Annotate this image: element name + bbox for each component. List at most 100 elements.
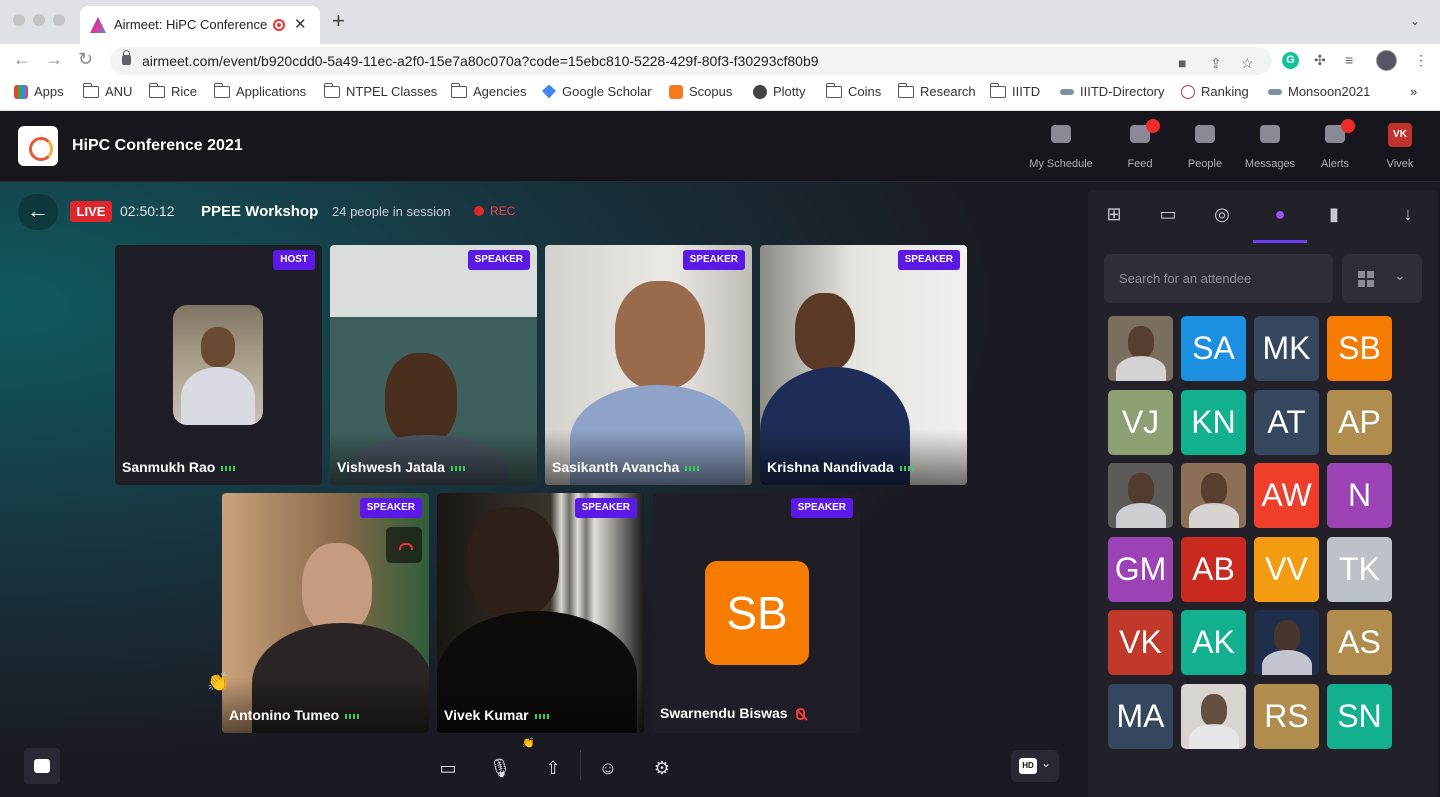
recording-indicator: REC: [474, 204, 515, 218]
bookmark-item[interactable]: Monsoon2021: [1268, 84, 1370, 99]
attendee-avatar[interactable]: VV: [1254, 536, 1319, 602]
live-badge: LIVE: [70, 201, 112, 222]
attendee-avatar[interactable]: MK: [1254, 316, 1319, 381]
attendee-avatar[interactable]: SB: [1327, 316, 1392, 381]
nav-vivek[interactable]: VK Vivek: [1365, 123, 1435, 170]
forward-arrow-icon[interactable]: →: [45, 50, 63, 68]
extensions-puzzle-icon[interactable]: ✣: [1314, 53, 1326, 67]
tab-apps[interactable]: ⊞: [1094, 204, 1134, 234]
window-close-button[interactable]: [13, 14, 25, 26]
bookmark-item[interactable]: Scopus: [669, 84, 732, 99]
mic-toggle-button[interactable]: 🎙: [482, 750, 518, 786]
video-tile[interactable]: SPEAKER Vishwesh Jatala: [330, 245, 537, 485]
grammarly-extension-icon[interactable]: G: [1282, 52, 1299, 69]
attendee-avatar[interactable]: AK: [1181, 610, 1246, 675]
bookmark-label: NTPEL Classes: [346, 84, 438, 99]
video-tile[interactable]: SPEAKER Sasikanth Avancha: [545, 245, 752, 485]
bookmark-item[interactable]: NTPEL Classes: [323, 82, 438, 99]
video-tile[interactable]: SPEAKER Krishna Nandivada: [760, 245, 967, 485]
camera-toggle-button[interactable]: ▭: [430, 750, 466, 786]
bookmark-item[interactable]: Apps: [14, 84, 64, 99]
tab-search-chevron-icon[interactable]: ⌄: [1410, 14, 1420, 28]
browser-tab[interactable]: Airmeet: HiPC Conference ✕: [80, 6, 320, 44]
attendee-avatar[interactable]: AS: [1327, 610, 1392, 675]
attendee-avatar-photo[interactable]: [1108, 463, 1173, 528]
bookmark-item[interactable]: Plotty: [753, 84, 806, 99]
attendee-search-input[interactable]: Search for an attendee: [1104, 254, 1333, 303]
video-tile[interactable]: HOST Sanmukh Rao: [115, 245, 322, 485]
reactions-button[interactable]: ☺: [590, 750, 626, 786]
tab-polls[interactable]: ▮: [1314, 204, 1354, 234]
questions-icon: ◎: [1214, 204, 1230, 224]
new-tab-button[interactable]: +: [332, 10, 345, 32]
bookmark-item[interactable]: Applications: [213, 82, 306, 99]
bookmarks-overflow-icon[interactable]: »: [1410, 84, 1417, 99]
attendee-avatar[interactable]: VK: [1108, 610, 1173, 675]
attendee-avatar[interactable]: AT: [1254, 389, 1319, 455]
share-icon[interactable]: ⇪: [1210, 56, 1222, 70]
camera-icon[interactable]: ■: [1178, 56, 1186, 70]
back-arrow-icon[interactable]: ←: [18, 194, 58, 230]
tab-close-icon[interactable]: ✕: [294, 15, 307, 33]
attendee-avatar[interactable]: AB: [1181, 536, 1246, 602]
reload-icon[interactable]: ↻: [78, 50, 93, 68]
end-call-icon[interactable]: [386, 527, 422, 563]
tab-chat[interactable]: ▭: [1148, 204, 1188, 234]
attendee-avatar[interactable]: TK: [1327, 536, 1392, 602]
attendee-avatar-photo[interactable]: [1254, 610, 1319, 675]
role-badge: HOST: [273, 250, 315, 270]
browser-profile-avatar[interactable]: [1376, 50, 1397, 71]
bookmark-item[interactable]: Coins: [825, 82, 881, 99]
attendee-avatar[interactable]: SA: [1181, 316, 1246, 381]
attendee-avatar[interactable]: KN: [1181, 389, 1246, 455]
bookmark-item[interactable]: Google Scholar: [542, 84, 652, 99]
attendee-avatar[interactable]: GM: [1108, 536, 1173, 602]
tab-attendees[interactable]: ●: [1260, 204, 1300, 234]
nav-my-schedule[interactable]: My Schedule: [1026, 123, 1096, 170]
settings-button[interactable]: ⚙: [644, 750, 680, 786]
role-badge: SPEAKER: [467, 250, 530, 270]
attendee-avatar-photo[interactable]: [1181, 463, 1246, 528]
video-tile[interactable]: SPEAKER Antonino Tumeo: [222, 493, 429, 733]
nav-messages[interactable]: Messages: [1235, 123, 1305, 170]
attendees-icon: ●: [1274, 204, 1286, 224]
video-tile[interactable]: SPEAKER Vivek Kumar: [437, 493, 644, 733]
attendee-avatar-photo[interactable]: [1181, 683, 1246, 749]
screen-share-button[interactable]: ⇧: [535, 750, 571, 786]
bookmark-item[interactable]: Agencies: [450, 82, 526, 99]
attendee-avatar[interactable]: RS: [1254, 683, 1319, 749]
window-minimize-button[interactable]: [33, 14, 45, 26]
attendee-avatar[interactable]: MA: [1108, 683, 1173, 749]
participants-toggle-button[interactable]: [24, 748, 60, 784]
collapse-panel-button[interactable]: ↓: [1388, 204, 1428, 234]
attendee-avatar[interactable]: SN: [1327, 683, 1392, 749]
attendee-avatar[interactable]: N: [1327, 463, 1392, 528]
url-field[interactable]: airmeet.com/event/b920cdd0-5a49-11ec-a2f…: [110, 47, 1272, 75]
video-quality-selector[interactable]: HD ⌄: [1011, 750, 1059, 782]
attendee-avatar[interactable]: AP: [1327, 389, 1392, 455]
attendee-avatar[interactable]: AW: [1254, 463, 1319, 528]
view-mode-dropdown[interactable]: ⌄: [1342, 254, 1422, 303]
bookmark-item[interactable]: Research: [897, 82, 976, 99]
arrow-down-icon: ↓: [1403, 204, 1413, 224]
bookmark-item[interactable]: Rice: [148, 82, 197, 99]
reading-list-icon[interactable]: ≡: [1345, 53, 1353, 67]
role-badge: SPEAKER: [359, 498, 422, 518]
bookmark-item[interactable]: ANU: [82, 82, 132, 99]
nav-people[interactable]: People: [1170, 123, 1240, 170]
bookmark-star-icon[interactable]: ☆: [1241, 56, 1254, 70]
browser-menu-icon[interactable]: ⋮: [1414, 53, 1428, 67]
chat-icon: ▭: [1159, 204, 1177, 224]
bookmark-item[interactable]: IIITD: [989, 82, 1040, 99]
nav-alerts[interactable]: Alerts: [1300, 119, 1370, 170]
attendee-avatar-photo[interactable]: [1108, 316, 1173, 381]
bookmark-item[interactable]: IIITD-Directory: [1060, 84, 1165, 99]
back-arrow-icon[interactable]: ←: [13, 50, 31, 68]
tab-questions[interactable]: ◎: [1202, 204, 1242, 234]
attendee-avatar[interactable]: VJ: [1108, 389, 1173, 455]
video-tile[interactable]: SB SPEAKER Swarnendu Biswas: [653, 493, 860, 733]
window-zoom-button[interactable]: [53, 14, 65, 26]
nav-feed[interactable]: Feed: [1105, 119, 1175, 170]
folder-icon: [450, 82, 467, 98]
bookmark-item[interactable]: Ranking: [1181, 84, 1249, 99]
